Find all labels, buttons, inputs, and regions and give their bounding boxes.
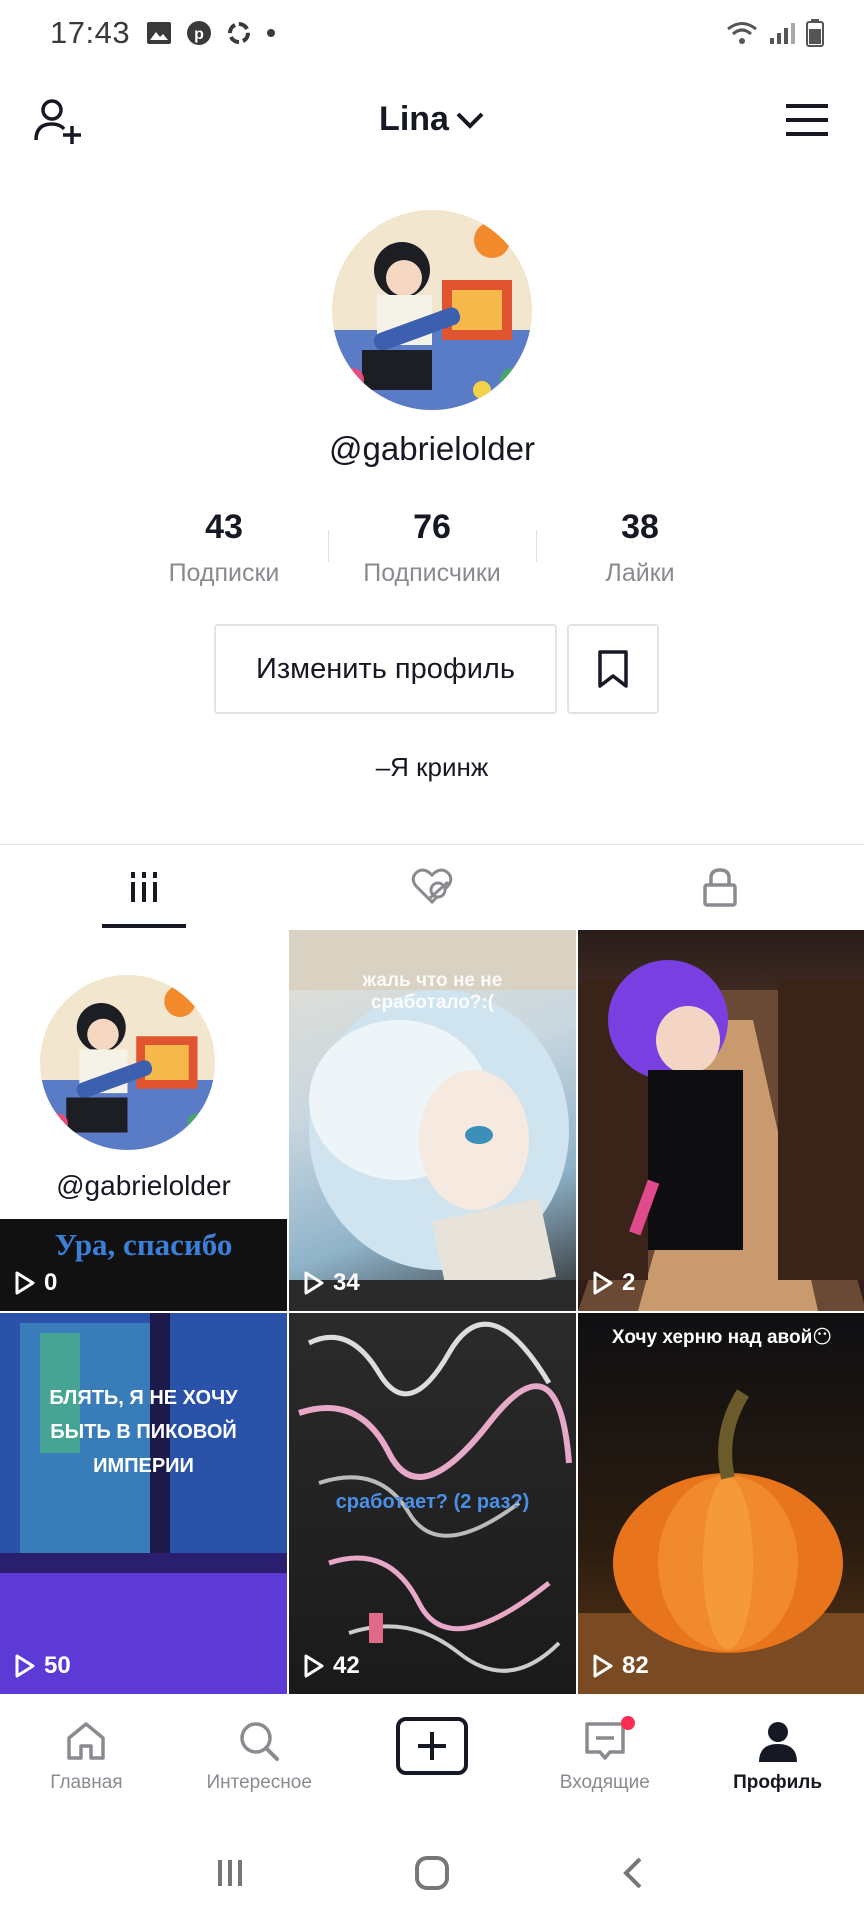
- video-thumbnail[interactable]: сработает? (2 раз?) 42: [289, 1313, 576, 1694]
- chevron-down-icon: [456, 112, 484, 129]
- bottom-nav: Главная Интересное Входящие Профиль: [0, 1696, 864, 1826]
- stat-label: Подписки: [168, 559, 280, 587]
- profile-username: @gabrielolder: [329, 430, 535, 467]
- notification-icons: p: [146, 20, 276, 46]
- dot-icon: [267, 29, 276, 37]
- thumbnail-avatar: [40, 975, 215, 1150]
- battery-icon: [806, 19, 824, 47]
- menu-icon[interactable]: [784, 100, 830, 140]
- nav-create[interactable]: [346, 1696, 519, 1826]
- video-thumbnail[interactable]: Хочу херню над авой😶 82: [578, 1313, 864, 1694]
- view-count: 42: [303, 1652, 360, 1680]
- video-thumbnail[interactable]: БЛЯТЬ, Я НЕ ХОЧУ БЫТЬ В ПИКОВОЙ ИМПЕРИИ …: [0, 1313, 287, 1694]
- view-count: 50: [14, 1652, 71, 1680]
- recent-apps-icon[interactable]: [212, 1855, 248, 1891]
- nav-inbox[interactable]: Входящие: [518, 1696, 691, 1826]
- home-icon: [67, 1722, 106, 1760]
- stat-value: 43: [205, 508, 243, 546]
- stat-label: Лайки: [605, 559, 675, 587]
- play-icon: [15, 1654, 35, 1678]
- play-icon: [15, 1271, 35, 1295]
- system-icons: [726, 19, 824, 47]
- gallery-icon: [147, 22, 172, 44]
- sync-icon: [228, 22, 251, 44]
- profile-bio: –Я кринж: [375, 752, 489, 782]
- view-count: 2: [592, 1269, 635, 1297]
- status-time: 17:43: [50, 15, 131, 50]
- thumbnail-artwork: [0, 1313, 287, 1694]
- video-thumbnail[interactable]: жаль что не не сработало?:( 34: [289, 930, 576, 1311]
- account-name: Lina: [379, 100, 449, 138]
- account-switcher[interactable]: Lina: [0, 100, 864, 139]
- view-count: 82: [592, 1652, 649, 1680]
- thumbnail-caption: БЛЯТЬ, Я НЕ ХОЧУ БЫТЬ В ПИКОВОЙ ИМПЕРИИ: [49, 1387, 238, 1477]
- stat-following[interactable]: 43 Подписки: [120, 500, 328, 590]
- nav-discover[interactable]: Интересное: [173, 1696, 346, 1826]
- view-count-value: 50: [44, 1652, 71, 1679]
- thumbnail-caption: сработает? (2 раз?): [335, 1491, 530, 1513]
- status-bar: 17:43 p: [0, 0, 864, 66]
- lock-icon: [703, 867, 737, 907]
- pinterest-icon: p: [187, 21, 212, 45]
- nav-label: Входящие: [559, 1772, 650, 1793]
- view-count-value: 42: [333, 1652, 360, 1679]
- stat-likes[interactable]: 38 Лайки: [536, 500, 744, 590]
- tab-private[interactable]: [576, 845, 864, 928]
- system-navigation: [0, 1826, 864, 1920]
- thumbnail-caption: жаль что не не сработало?:(: [362, 970, 503, 1013]
- tab-videos[interactable]: [0, 845, 288, 928]
- nav-label: Профиль: [733, 1772, 823, 1793]
- back-icon[interactable]: [616, 1855, 652, 1891]
- stat-value: 76: [413, 508, 451, 546]
- play-icon: [593, 1271, 613, 1295]
- favorites-button[interactable]: [567, 624, 659, 714]
- nav-label: Интересное: [206, 1772, 312, 1793]
- view-count-value: 34: [333, 1269, 360, 1296]
- videos-grid-icon: [131, 871, 157, 902]
- stat-label: Подписчики: [363, 559, 501, 587]
- view-count-value: 0: [44, 1269, 58, 1296]
- avatar-illustration: [332, 210, 532, 410]
- play-icon: [304, 1654, 324, 1678]
- signal-icon: [770, 23, 795, 44]
- thumbnail-artwork: [578, 960, 864, 1311]
- profile-header: Lina: [0, 72, 864, 168]
- stat-followers[interactable]: 76 Подписчики: [328, 500, 536, 590]
- play-icon: [304, 1271, 324, 1295]
- video-thumbnail[interactable]: @gabrielolder Ура, спасибо 0: [0, 930, 287, 1311]
- bookmark-icon: [598, 650, 628, 688]
- view-count: 34: [303, 1269, 360, 1297]
- thumbnail-caption: Хочу херню над авой😶: [611, 1327, 833, 1348]
- create-icon: [395, 1717, 468, 1775]
- thumbnail-caption: Ура, спасибо: [54, 1227, 233, 1262]
- stat-value: 38: [621, 508, 659, 546]
- edit-profile-button[interactable]: Изменить профиль: [214, 624, 557, 714]
- profile-icon: [758, 1722, 797, 1762]
- nav-label: Главная: [50, 1772, 123, 1793]
- liked-hidden-icon: [411, 868, 453, 904]
- home-button-icon[interactable]: [412, 1853, 452, 1893]
- profile-tabs: [0, 844, 864, 928]
- avatar-illustration: [40, 975, 215, 1150]
- view-count: 0: [14, 1269, 57, 1297]
- avatar[interactable]: [332, 210, 532, 410]
- nav-profile[interactable]: Профиль: [691, 1696, 864, 1826]
- thumbnail-caption-band: Ура, спасибо: [0, 1219, 287, 1311]
- search-icon: [240, 1722, 280, 1761]
- play-icon: [593, 1654, 613, 1678]
- thumbnail-username: @gabrielolder: [56, 1170, 231, 1201]
- notification-dot: [621, 1716, 636, 1730]
- wifi-icon: [727, 22, 757, 44]
- svg-text:p: p: [194, 26, 204, 43]
- tab-liked[interactable]: [288, 845, 576, 928]
- nav-home[interactable]: Главная: [0, 1696, 173, 1826]
- view-count-value: 82: [622, 1652, 649, 1679]
- video-grid: @gabrielolder Ура, спасибо 0 жаль что не…: [0, 930, 864, 1694]
- thumbnail-artwork: [578, 1389, 864, 1694]
- view-count-value: 2: [622, 1269, 636, 1296]
- profile-stats: 43 Подписки 76 Подписчики 38 Лайки: [120, 500, 744, 590]
- video-thumbnail[interactable]: 2: [578, 930, 864, 1311]
